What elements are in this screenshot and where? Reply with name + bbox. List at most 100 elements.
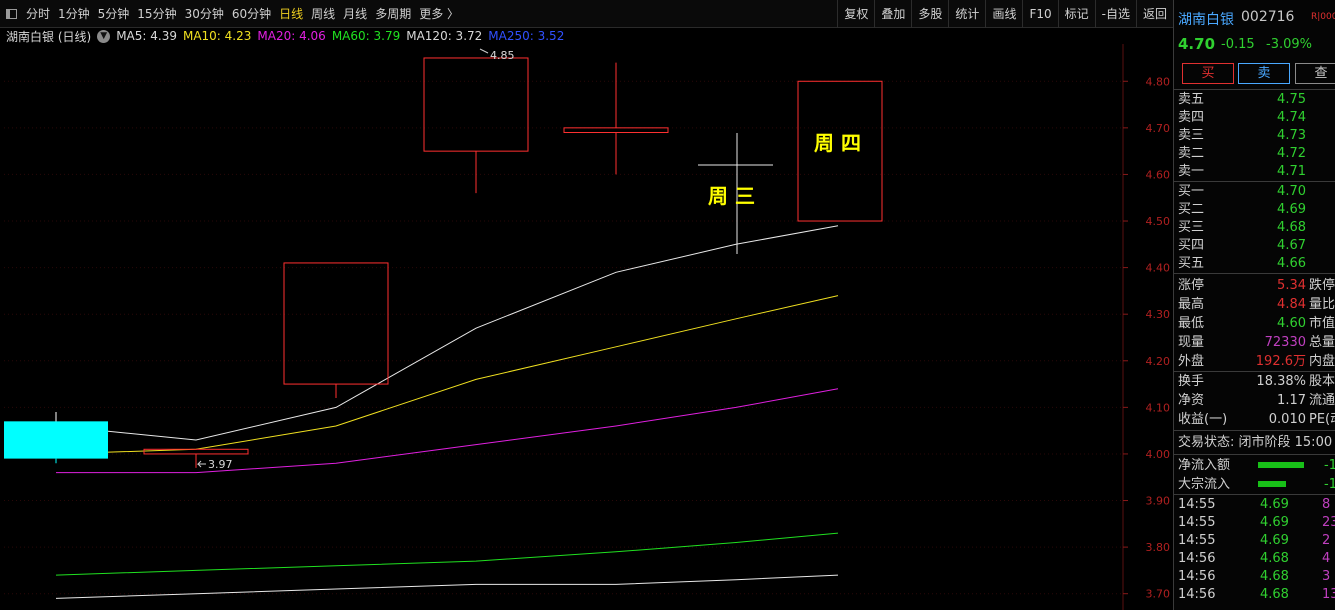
legend-collapse-icon[interactable]: ▼ xyxy=(97,29,111,43)
stat-value: 4.84 xyxy=(1277,297,1306,312)
tool-button[interactable]: 复权 xyxy=(837,0,874,28)
stat-label: 收益(一) xyxy=(1178,412,1228,427)
stock-name[interactable]: 湖南白银 xyxy=(1178,9,1234,29)
period-tab[interactable]: 周线 xyxy=(307,0,339,28)
tool-button[interactable]: 画线 xyxy=(985,0,1022,28)
thursday-label: 周 四 xyxy=(814,131,861,155)
buy-button[interactable]: 买 xyxy=(1182,63,1234,84)
flow-bar xyxy=(1258,481,1286,487)
y-tick-label: 4.10 xyxy=(1146,401,1171,414)
stat-label: PE(动) xyxy=(1309,412,1335,427)
tool-button[interactable]: 标记 xyxy=(1057,0,1095,28)
stat-row: 涨停 5.34 跌停 xyxy=(1174,276,1335,295)
tool-button[interactable]: 统计 xyxy=(948,0,985,28)
level-price: 4.69 xyxy=(1277,202,1306,217)
stat-label: 内盘 xyxy=(1309,354,1335,369)
period-tab[interactable]: 60分钟 xyxy=(228,0,275,28)
tick-price: 4.68 xyxy=(1260,551,1289,566)
ma-label: MA250: 3.52 xyxy=(488,29,565,43)
tick-list[interactable]: 14:55 4.69 8 14:55 4.69 23 14:55 4.69 2 14:56 4.68… xyxy=(1174,496,1335,604)
period-tab[interactable]: 分时 xyxy=(22,0,54,28)
y-tick-label: 3.70 xyxy=(1146,588,1171,601)
sell-button[interactable]: 卖 xyxy=(1238,63,1290,84)
order-book-row: 买三 4.68 xyxy=(1174,219,1335,237)
ma-legend: 湖南白银 (日线) ▼ MA5: 4.39 MA10: 4.23 MA20: 4.0… xyxy=(0,28,1173,44)
stat-row: 最高 4.84 量比 xyxy=(1174,295,1335,314)
stat-value: 72330 xyxy=(1264,335,1306,350)
tick-volume: 13 xyxy=(1322,587,1335,602)
stat-label: 流通 xyxy=(1309,393,1335,408)
tick-price: 4.69 xyxy=(1260,497,1289,512)
period-tab[interactable]: 15分钟 xyxy=(133,0,180,28)
tick-row: 14:55 4.69 23 xyxy=(1174,514,1335,532)
stat-label: 换手 xyxy=(1178,374,1205,389)
trade-status: 交易状态: 闭市阶段 15:00 xyxy=(1178,435,1333,450)
ma-label: MA60: 3.79 xyxy=(331,29,401,43)
stat-row: 现量 72330 总量 xyxy=(1174,333,1335,352)
tick-volume: 4 xyxy=(1322,551,1331,566)
tick-time: 14:55 xyxy=(1178,533,1216,548)
tick-time: 14:56 xyxy=(1178,551,1216,566)
period-tab[interactable]: 1分钟 xyxy=(54,0,94,28)
level-label: 买一 xyxy=(1178,184,1205,199)
tool-button[interactable]: 返回 xyxy=(1135,0,1173,28)
period-tab[interactable]: 更多 〉 xyxy=(415,0,463,28)
tool-button[interactable]: F10 xyxy=(1022,0,1057,28)
tick-volume: 8 xyxy=(1322,497,1331,512)
period-tab[interactable]: 月线 xyxy=(339,0,371,28)
order-book-row: 卖三 4.73 xyxy=(1174,127,1335,145)
ma-values: MA5: 4.39 MA10: 4.23 MA20: 4.06 MA60: 3.79 M… xyxy=(116,29,570,43)
y-tick-label: 4.80 xyxy=(1146,75,1171,88)
chart-tools: 复权 叠加 多股 统计 画线 F10 标记 -自选 返回 xyxy=(837,0,1173,28)
stat-label: 跌停 xyxy=(1309,278,1335,293)
stat-row: 换手 18.38% 股本 xyxy=(1174,372,1335,391)
period-toolbar: 分时 1分钟 5分钟 15分钟 30分钟 60分钟 日线 周线 月线 多周期 更多 〉 复权 叠加 多股… xyxy=(0,0,1173,28)
y-tick-label: 4.30 xyxy=(1146,308,1171,321)
tick-time: 14:56 xyxy=(1178,587,1216,602)
period-tab[interactable]: 30分钟 xyxy=(181,0,228,28)
level-label: 买四 xyxy=(1178,238,1205,253)
flow-row: 大宗流入 -1 xyxy=(1174,475,1335,494)
level-price: 4.70 xyxy=(1277,184,1306,199)
period-tab[interactable]: 日线 xyxy=(275,0,307,28)
stat-label: 净资 xyxy=(1178,393,1205,408)
flow-value: -1 xyxy=(1324,477,1335,492)
level-price: 4.67 xyxy=(1277,238,1306,253)
ma-label: MA5: 4.39 xyxy=(116,29,177,43)
tick-volume: 23 xyxy=(1322,515,1335,530)
level-label: 卖四 xyxy=(1178,110,1205,125)
stat-label: 最高 xyxy=(1178,297,1205,312)
level-label: 买二 xyxy=(1178,202,1205,217)
tool-button[interactable]: -自选 xyxy=(1094,0,1136,28)
sidebar-toggle-icon[interactable] xyxy=(0,0,22,28)
order-book-row: 卖五 4.75 xyxy=(1174,91,1335,109)
stat-label: 总量 xyxy=(1309,335,1335,350)
y-tick-label: 3.80 xyxy=(1146,541,1171,554)
tool-button[interactable]: 多股 xyxy=(911,0,948,28)
order-book-row: 买五 4.66 xyxy=(1174,255,1335,273)
level-price: 4.75 xyxy=(1277,92,1306,107)
period-tab[interactable]: 多周期 xyxy=(371,0,415,28)
period-tabs: 分时 1分钟 5分钟 15分钟 30分钟 60分钟 日线 周线 月线 多周期 更多 〉 xyxy=(22,0,463,28)
level-label: 买三 xyxy=(1178,220,1205,235)
candlestick-chart[interactable]: 4.80 4.70 4.60 4.50 4.40 4.30 4.20 4.10 4.00 3.90… xyxy=(0,44,1173,610)
level-price: 4.72 xyxy=(1277,146,1306,161)
tick-price: 4.69 xyxy=(1260,515,1289,530)
tick-time: 14:56 xyxy=(1178,569,1216,584)
tick-volume: 3 xyxy=(1322,569,1331,584)
stat-label: 现量 xyxy=(1178,335,1205,350)
low-price-label: 3.97 xyxy=(208,458,233,471)
tick-price: 4.69 xyxy=(1260,533,1289,548)
stats-table: 涨停 5.34 跌停 最高 4.84 量比 最低 4.60 市值 现量 72330 总量 外盘 192.6… xyxy=(1174,276,1335,429)
query-button[interactable]: 查 xyxy=(1295,63,1335,84)
ma-label: MA120: 3.72 xyxy=(406,29,483,43)
last-price: 4.70 xyxy=(1178,35,1216,53)
tick-price: 4.68 xyxy=(1260,569,1289,584)
period-tab[interactable]: 5分钟 xyxy=(94,0,134,28)
level-label: 卖二 xyxy=(1178,146,1205,161)
flow-label: 净流入额 xyxy=(1178,458,1231,473)
flow-row: 净流入额 -1 xyxy=(1174,456,1335,475)
tool-button[interactable]: 叠加 xyxy=(874,0,911,28)
level-price: 4.66 xyxy=(1277,256,1306,271)
price-change: -0.15 xyxy=(1221,37,1255,52)
